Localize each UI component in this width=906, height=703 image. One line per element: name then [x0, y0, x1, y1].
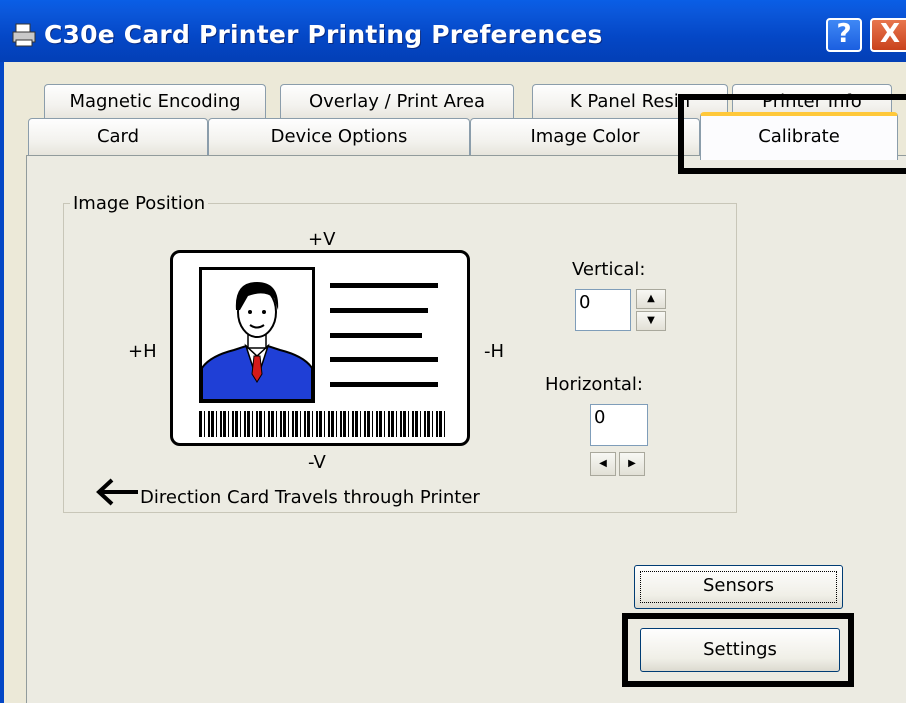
settings-button[interactable]: Settings: [640, 628, 840, 672]
image-position-legend: Image Position: [70, 193, 209, 214]
horizontal-label: Horizontal:: [545, 374, 643, 395]
tab-image-color[interactable]: Image Color: [470, 118, 700, 156]
vertical-label: Vertical:: [572, 259, 646, 280]
tab-card[interactable]: Card: [28, 118, 208, 156]
sensors-button[interactable]: Sensors: [634, 565, 843, 609]
title-bar: C30e Card Printer Printing Preferences ?…: [0, 0, 906, 62]
horizontal-input[interactable]: 0: [590, 404, 648, 446]
minus-v-label: -V: [308, 452, 326, 473]
tab-device-options[interactable]: Device Options: [208, 118, 470, 156]
plus-v-label: +V: [308, 229, 336, 250]
horizontal-right-button[interactable]: ▶: [619, 452, 645, 476]
tab-k-panel-resin[interactable]: K Panel Resin: [532, 84, 728, 120]
window-title: C30e Card Printer Printing Preferences: [44, 20, 603, 49]
card-text-line: [330, 382, 438, 387]
help-button[interactable]: ?: [826, 18, 862, 52]
id-card-image: [170, 250, 470, 446]
vertical-down-button[interactable]: ▼: [636, 311, 666, 331]
minus-h-label: -H: [484, 341, 505, 362]
card-text-line: [330, 333, 422, 338]
plus-h-label: +H: [128, 341, 157, 362]
close-button[interactable]: X: [870, 18, 906, 52]
tab-overlay-print-area[interactable]: Overlay / Print Area: [280, 84, 514, 120]
left-arrow-icon: [96, 478, 138, 506]
horizontal-left-button[interactable]: ◀: [590, 452, 616, 476]
card-text-line: [330, 308, 428, 313]
printer-icon: [12, 23, 36, 47]
tab-magnetic-encoding[interactable]: Magnetic Encoding: [44, 84, 266, 120]
card-text-line: [330, 283, 438, 288]
vertical-input[interactable]: 0: [575, 289, 631, 331]
card-text-line: [330, 357, 438, 362]
tab-calibrate[interactable]: Calibrate: [700, 112, 898, 160]
direction-text: Direction Card Travels through Printer: [140, 487, 480, 508]
person-icon: [201, 282, 313, 401]
barcode-image: [199, 411, 445, 437]
vertical-up-button[interactable]: ▲: [636, 289, 666, 309]
focus-rectangle: [640, 571, 837, 603]
card-photo: [199, 267, 315, 403]
